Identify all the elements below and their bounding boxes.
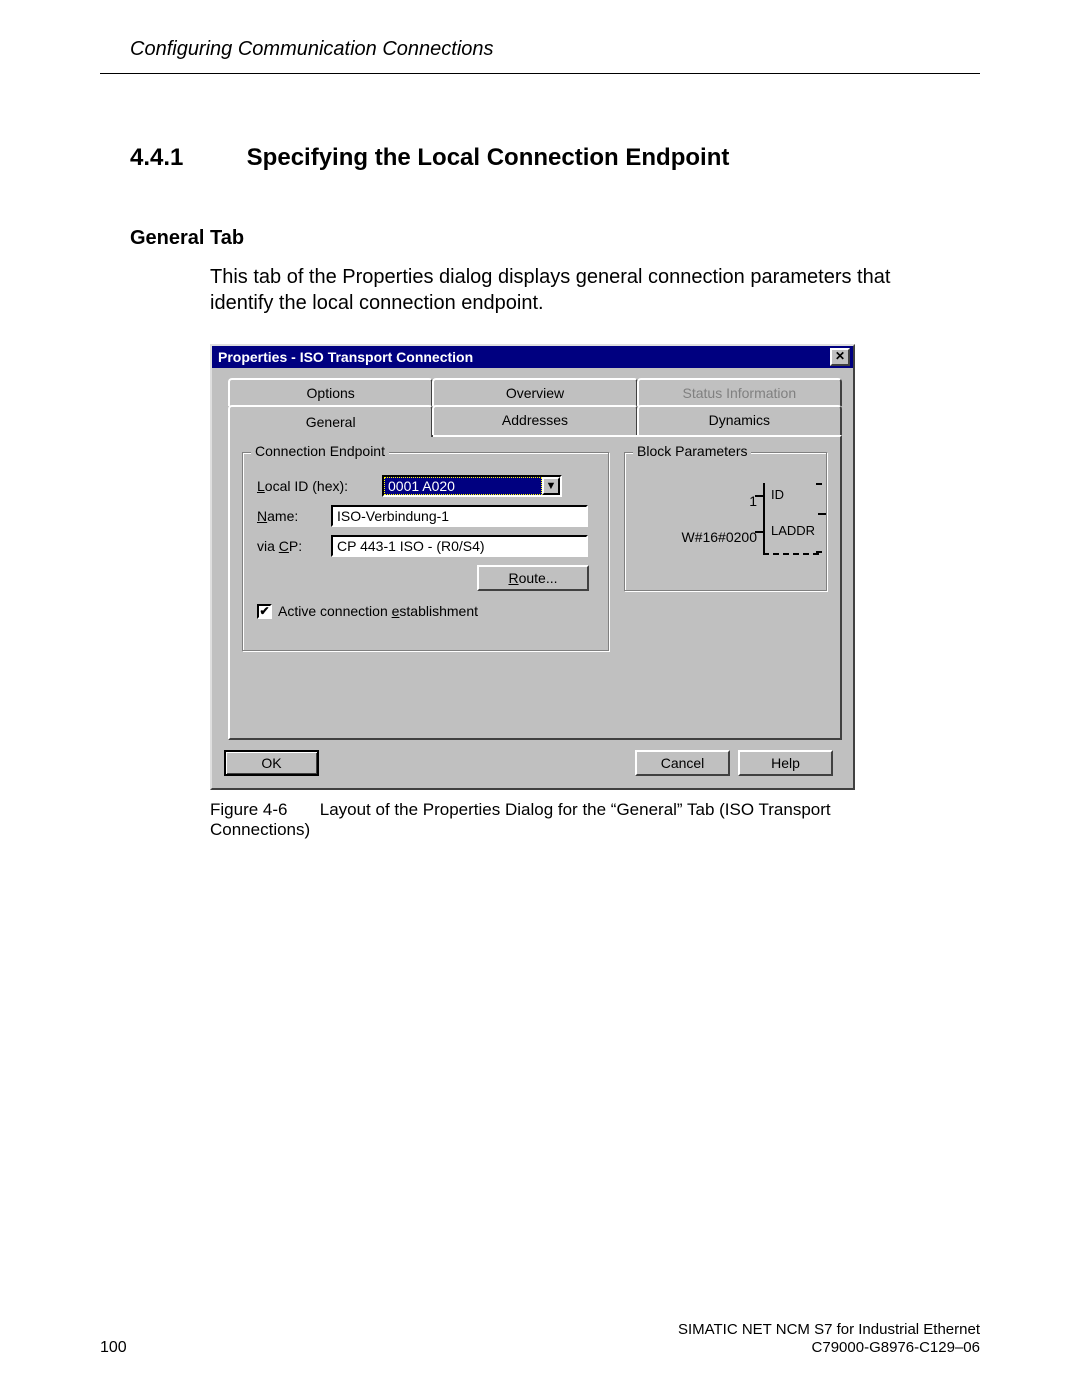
label-local-id: Local ID (hex): (257, 478, 382, 494)
subheading-general-tab: General Tab (130, 227, 980, 250)
group-block-parameters-legend: Block Parameters (633, 443, 751, 459)
dialog-titlebar[interactable]: Properties - ISO Transport Connection ✕ (212, 346, 853, 368)
block-laddr-value: W#16#0200 (681, 519, 757, 555)
row-local-id: Local ID (hex): 0001 A020 ▼ (257, 475, 562, 497)
tab-panel-general: Connection Endpoint Local ID (hex): 0001… (228, 435, 842, 740)
tab-status-information: Status Information (637, 378, 842, 406)
tab-dynamics[interactable]: Dynamics (637, 405, 842, 435)
block-parameters-diagram: 1 W#16#0200 ID LADDR (681, 483, 819, 555)
running-head: Configuring Communication Connections (100, 38, 980, 74)
page: Configuring Communication Connections 4.… (0, 0, 1080, 1397)
dialog-button-row: OK Cancel Help (224, 750, 841, 776)
page-footer: 100 SIMATIC NET NCM S7 for Industrial Et… (100, 1321, 980, 1357)
tab-general[interactable]: General (228, 405, 433, 437)
label-via-cp: via CP: (257, 538, 331, 554)
footer-right: SIMATIC NET NCM S7 for Industrial Ethern… (210, 1321, 980, 1357)
group-block-parameters: Block Parameters 1 W#16#0200 ID (624, 452, 828, 592)
row-via-cp: via CP: (257, 535, 588, 557)
section-number: 4.4.1 (130, 144, 240, 172)
tab-options[interactable]: Options (228, 378, 433, 406)
row-route: Route... (477, 565, 589, 591)
block-id-label: ID (771, 487, 784, 502)
tab-overview[interactable]: Overview (432, 378, 637, 406)
chevron-down-icon[interactable]: ▼ (542, 477, 560, 495)
tab-addresses[interactable]: Addresses (432, 405, 637, 435)
help-button[interactable]: Help (738, 750, 833, 776)
button-row-spacer (327, 750, 635, 776)
section-title: Specifying the Local Connection Endpoint (247, 144, 730, 171)
properties-dialog: Properties - ISO Transport Connection ✕ … (210, 344, 855, 790)
row-name: Name: (257, 505, 588, 527)
figure-number: Figure 4-6 (210, 800, 315, 820)
block-values-column: 1 W#16#0200 (681, 483, 757, 555)
via-cp-input[interactable] (331, 535, 588, 557)
local-id-combobox[interactable]: 0001 A020 ▼ (382, 475, 562, 497)
section-heading: 4.4.1 Specifying the Local Connection En… (130, 144, 980, 172)
label-name: Name: (257, 508, 331, 524)
local-id-value: 0001 A020 (384, 477, 542, 495)
group-connection-endpoint-legend: Connection Endpoint (251, 443, 389, 459)
name-input[interactable] (331, 505, 588, 527)
figure-dialog: Properties - ISO Transport Connection ✕ … (210, 344, 855, 840)
group-connection-endpoint: Connection Endpoint Local ID (hex): 0001… (242, 452, 610, 652)
figure-caption: Figure 4-6 Layout of the Properties Dial… (210, 800, 855, 840)
footer-product-line: SIMATIC NET NCM S7 for Industrial Ethern… (678, 1321, 980, 1338)
footer-doc-id: C79000-G8976-C129–06 (812, 1339, 980, 1356)
route-button[interactable]: Route... (477, 565, 589, 591)
active-connection-checkbox[interactable]: ✔ (257, 604, 272, 619)
tab-row-front: General Addresses Dynamics (228, 405, 841, 435)
ok-button[interactable]: OK (224, 750, 319, 776)
row-active-connection: ✔ Active connection establishment (257, 603, 478, 619)
block-laddr-label: LADDR (771, 523, 815, 538)
dialog-client-area: Options Overview Status Information Gene… (212, 368, 853, 788)
tab-row-back: Options Overview Status Information (228, 378, 841, 406)
label-active-connection: Active connection establishment (278, 603, 478, 619)
close-icon[interactable]: ✕ (830, 348, 850, 366)
cancel-button[interactable]: Cancel (635, 750, 730, 776)
intro-paragraph: This tab of the Properties dialog displa… (210, 264, 900, 316)
page-number: 100 (100, 1339, 210, 1357)
block-bracket-icon: ID LADDR (763, 483, 819, 555)
block-id-value: 1 (681, 483, 757, 519)
dialog-title: Properties - ISO Transport Connection (218, 349, 830, 365)
